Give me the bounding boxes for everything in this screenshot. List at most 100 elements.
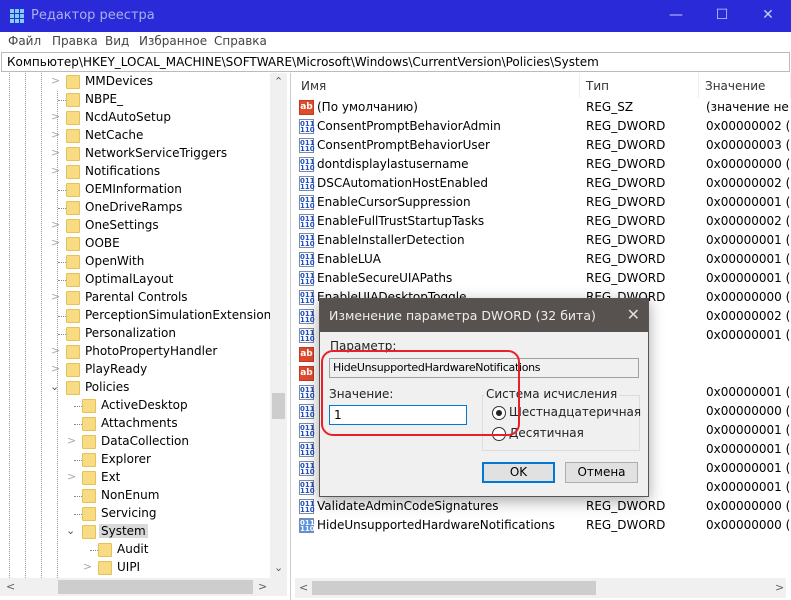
value-data: 0x00000001 (1) [706, 385, 791, 399]
column-header-name[interactable]: Имя [295, 73, 580, 98]
column-header-type[interactable]: Тип [580, 73, 699, 98]
tree-item-label: PerceptionSimulationExtensions [85, 308, 278, 322]
chevron-right-icon[interactable]: > [51, 344, 61, 357]
scroll-thumb[interactable] [312, 581, 596, 595]
tree-vertical-scrollbar[interactable]: ⌃ ⌄ [270, 73, 287, 578]
value-data: 0x00000001 (1) [706, 233, 791, 247]
column-header-value[interactable]: Значение [699, 73, 791, 98]
menu-favorites[interactable]: Избранное [139, 34, 207, 48]
scroll-thumb[interactable] [272, 393, 285, 419]
chevron-right-icon[interactable]: > [67, 434, 77, 447]
maximize-button[interactable]: ☐ [699, 0, 745, 32]
chevron-right-icon[interactable]: > [67, 470, 77, 483]
value-type: REG_DWORD [586, 157, 666, 171]
value-type: REG_DWORD [586, 518, 666, 532]
menu-view[interactable]: Вид [105, 34, 129, 48]
value-row[interactable]: 011 110 ConsentPromptBehaviorUser REG_DWORD… [295, 136, 791, 155]
chevron-right-icon[interactable]: > [51, 164, 61, 177]
value-type: REG_DWORD [586, 252, 666, 266]
tree-connector [74, 460, 82, 461]
tree-item-label: Servicing [101, 506, 157, 520]
chevron-right-icon[interactable]: > [51, 290, 61, 303]
tree-item-label: System [99, 524, 148, 538]
chevron-right-icon[interactable]: > [51, 128, 61, 141]
tree-connector [58, 262, 66, 263]
chevron-right-icon[interactable]: > [51, 218, 61, 231]
binary-value-icon: 011 110 [299, 176, 315, 191]
radio-decimal-label[interactable]: Десятичная [509, 426, 584, 440]
folder-icon [66, 147, 80, 161]
folder-icon [66, 363, 80, 377]
minimize-button[interactable]: — [653, 0, 699, 32]
tree-connector [74, 424, 82, 425]
value-row[interactable]: 011 110 EnableFullTrustStartupTasks REG_DWO… [295, 212, 791, 231]
scroll-thumb[interactable] [58, 580, 253, 594]
value-row[interactable]: 011 110 ConsentPromptBehaviorAdmin REG_DWOR… [295, 117, 791, 136]
value-data: 0x00000001 (1) [706, 195, 791, 209]
binary-value-icon: 011 110 [299, 423, 315, 438]
value-type: REG_DWORD [586, 233, 666, 247]
folder-icon [66, 309, 80, 323]
value-row[interactable]: 011110EnableLUA REG_DWORD 0x00000001 (1) [295, 250, 791, 269]
chevron-right-icon[interactable]: > [51, 146, 61, 159]
ok-button[interactable]: OK [482, 462, 555, 483]
menu-help[interactable]: Справка [214, 34, 267, 48]
chevron-right-icon[interactable]: > [51, 110, 61, 123]
address-bar[interactable]: Компьютер\HKEY_LOCAL_MACHINE\SOFTWARE\Mi… [1, 52, 790, 72]
value-data: (значение не п [706, 100, 791, 114]
chevron-right-icon[interactable]: > [83, 560, 93, 573]
value-data: 0x00000001 (1) [706, 271, 791, 285]
chevron-right-icon[interactable]: > [51, 362, 61, 375]
value-row[interactable]: 011 110 EnableSecureUIAPaths REG_DWORD 0x000… [295, 269, 791, 288]
value-data: 0x00000000 (0) [706, 157, 791, 171]
value-name: HideUnsupportedHardwareNotifications [317, 518, 555, 532]
window-title: Редактор реестра [31, 8, 155, 23]
menu-edit[interactable]: Правка [52, 34, 98, 48]
value-row[interactable]: ab(По умолчанию) REG_SZ (значение не п [295, 98, 791, 117]
menu-file[interactable]: Файл [8, 34, 41, 48]
value-row[interactable]: 011 110 dontdisplaylastusername REG_DWORD 0x… [295, 155, 791, 174]
binary-value-icon: 011 110 [299, 119, 315, 134]
value-data: 0x00000001 (1) [706, 328, 791, 342]
tree-item-label: Explorer [101, 452, 151, 466]
list-horizontal-scrollbar[interactable]: < > [295, 578, 786, 598]
binary-value-icon: 011 110 [299, 290, 315, 305]
folder-icon [66, 345, 80, 359]
binary-value-icon: 011 110 [299, 404, 315, 419]
value-row[interactable]: 011 110 EnableCursorSuppression REG_DWORD 0x… [295, 193, 791, 212]
chevron-down-icon[interactable]: ⌄ [66, 524, 76, 537]
value-name: ValidateAdminCodeSignatures [317, 499, 499, 513]
folder-icon [66, 255, 80, 269]
dialog-title: Изменение параметра DWORD (32 бита) [329, 308, 596, 323]
value-data: 0x00000001 (1) [706, 461, 791, 475]
value-name: dontdisplaylastusername [317, 157, 469, 171]
cancel-button[interactable]: Отмена [565, 462, 638, 483]
value-type: REG_DWORD [586, 119, 666, 133]
folder-icon [66, 93, 80, 107]
value-row[interactable]: 011 110 DSCAutomationHostEnabled REG_DWORD 0… [295, 174, 791, 193]
folder-icon [66, 201, 80, 215]
value-row[interactable]: 011 110 EnableInstallerDetection REG_DWORD 0… [295, 231, 791, 250]
tree-item-label: ActiveDesktop [101, 398, 188, 412]
tree-item-label: UIPI [117, 560, 141, 574]
folder-icon [82, 453, 96, 467]
value-row[interactable]: 011 110 HideUnsupportedHardwareNotificatio… [295, 516, 791, 535]
folder-icon [82, 525, 96, 539]
chevron-down-icon[interactable]: ⌄ [50, 380, 60, 393]
dialog-close-button[interactable]: ✕ [627, 305, 640, 324]
title-bar: Редактор реестра — ☐ ✕ [0, 0, 791, 32]
tree-item-label: PlayReady [85, 362, 148, 376]
radio-hex-label[interactable]: Шестнадцатеричная [509, 405, 641, 419]
chevron-right-icon[interactable]: > [51, 74, 61, 87]
tree-horizontal-scrollbar[interactable]: < > [0, 578, 287, 596]
chevron-right-icon[interactable]: > [51, 236, 61, 249]
binary-value-icon: 011 110 [299, 461, 315, 476]
binary-value-icon: 011 110 [299, 195, 315, 210]
tree-connector [58, 100, 66, 101]
close-button[interactable]: ✕ [745, 0, 791, 32]
value-data: 0x00000001 (1) [706, 252, 791, 266]
value-data: 0x00000001 (1) [706, 480, 791, 494]
value-row[interactable]: 011 110 ValidateAdminCodeSignatures REG_DWO… [295, 497, 791, 516]
tree-item-label: NBPE_ [85, 92, 124, 106]
tree-item-label: OptimalLayout [85, 272, 174, 286]
